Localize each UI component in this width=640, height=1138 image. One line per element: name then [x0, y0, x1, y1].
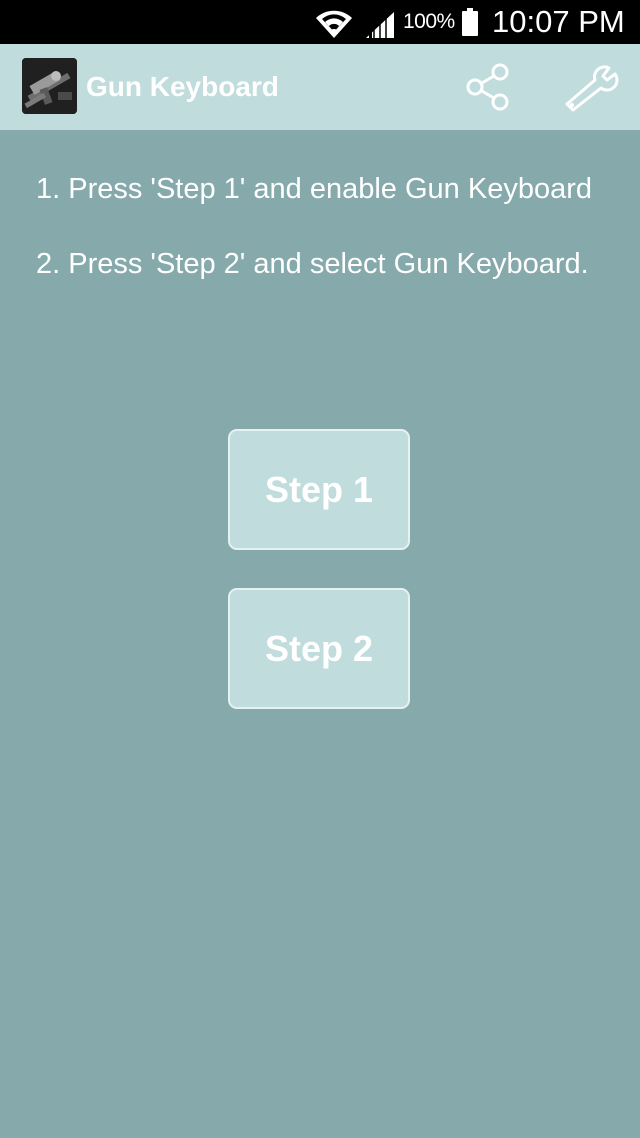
- wrench-icon: [565, 65, 619, 112]
- wifi-icon: [316, 10, 352, 39]
- app-bar: Gun Keyboard: [0, 44, 640, 130]
- app-title: Gun Keyboard: [86, 71, 279, 102]
- status-clock: 10:07 PM: [492, 4, 625, 39]
- share-icon: [466, 63, 509, 111]
- share-button[interactable]: [461, 62, 515, 112]
- battery-icon: [462, 8, 478, 36]
- instruction-step-1: 1. Press 'Step 1' and enable Gun Keyboar…: [36, 173, 592, 205]
- status-bar: 100% 10:07 PM: [0, 0, 640, 44]
- instruction-step-2: 2. Press 'Step 2' and select Gun Keyboar…: [36, 248, 589, 280]
- settings-button[interactable]: [561, 62, 619, 112]
- app-logo-icon: [22, 58, 77, 114]
- instructions: 1. Press 'Step 1' and enable Gun Keyboar…: [36, 170, 616, 320]
- signal-icon: [366, 12, 394, 38]
- step-2-button[interactable]: Step 2: [228, 588, 410, 709]
- battery-percent: 100%: [403, 10, 455, 33]
- step-1-button[interactable]: Step 1: [228, 429, 410, 550]
